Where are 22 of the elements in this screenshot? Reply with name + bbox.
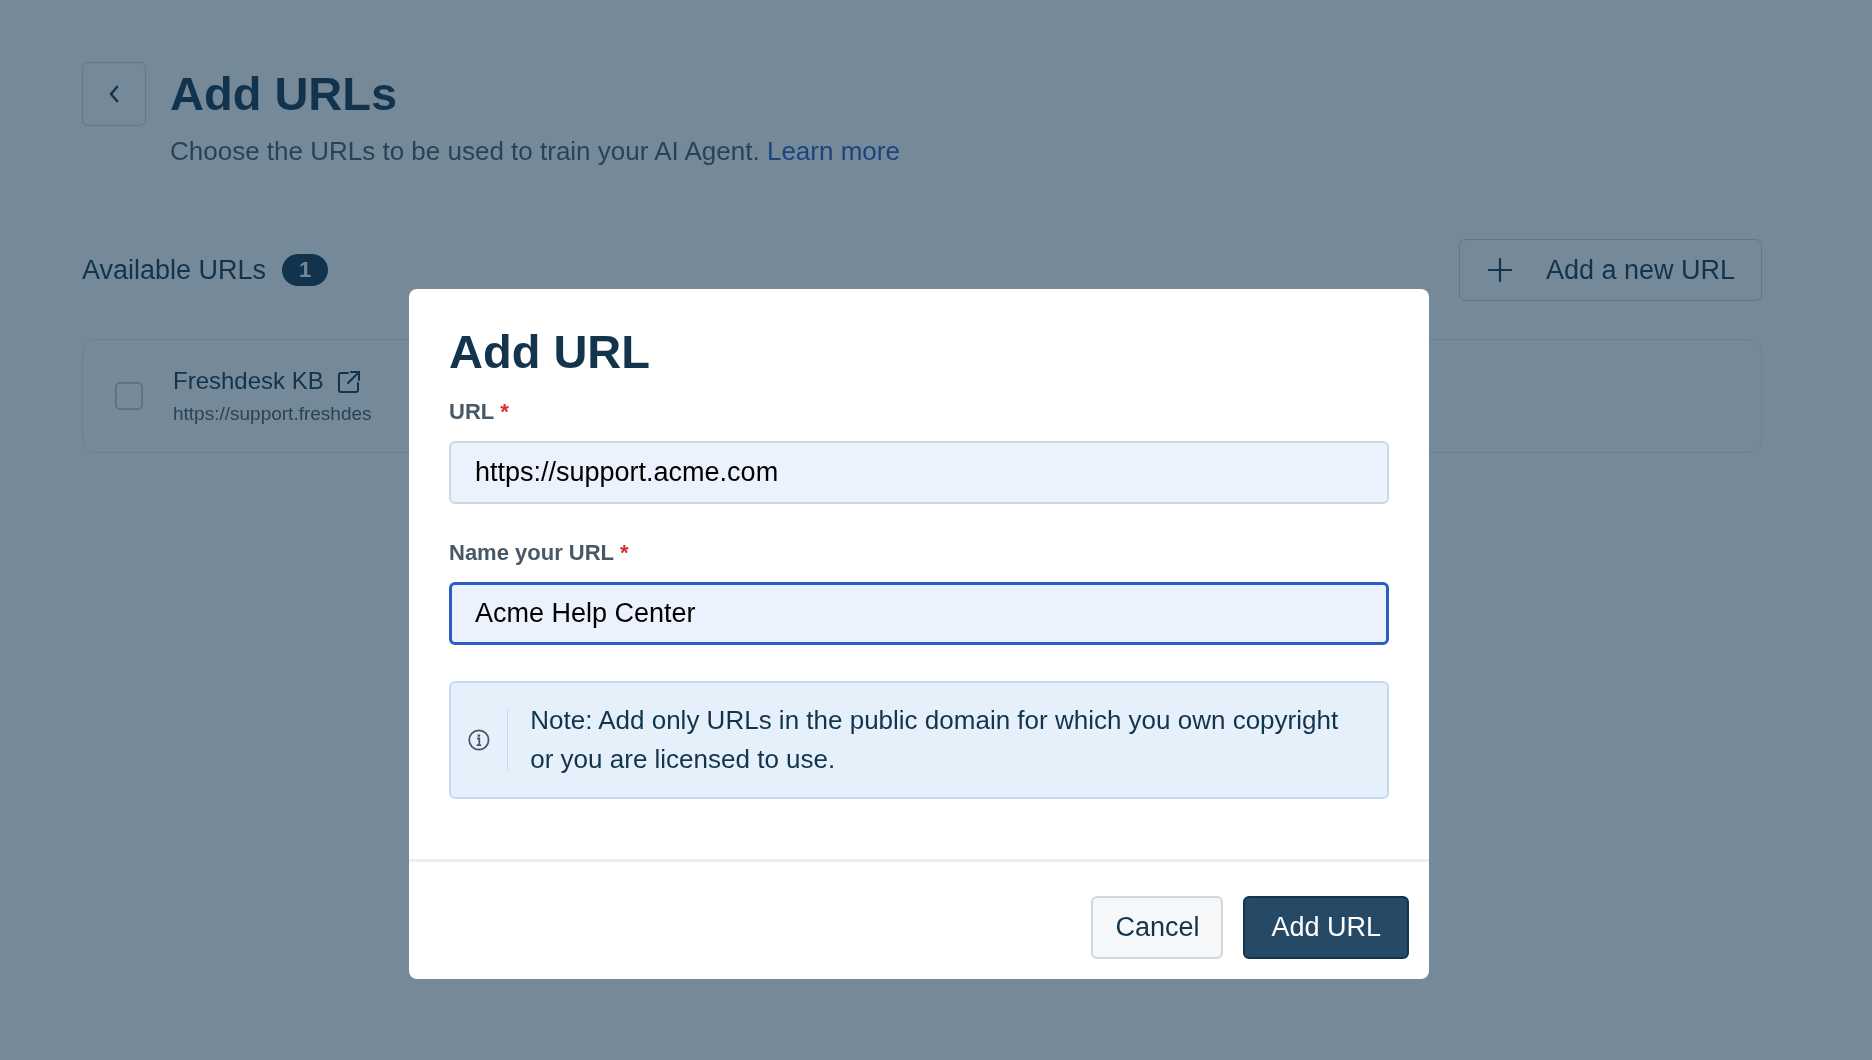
cancel-button[interactable]: Cancel [1091,896,1224,959]
url-address: https://support.freshdes [173,403,372,425]
chevron-left-icon [107,84,121,104]
checkbox[interactable] [115,382,143,410]
add-url-button[interactable]: Add URL [1243,896,1409,959]
page-title: Add URLs [170,66,399,122]
back-button[interactable] [82,62,146,126]
count-badge: 1 [282,254,329,286]
section-title: Available URLs [82,254,267,286]
text-field[interactable]: Acme Help Center [449,582,1389,645]
required-mark: * [620,540,629,566]
dialog-title: Add URL [449,325,651,379]
text-field[interactable]: https://support.acme.com [449,441,1389,504]
external-link-icon[interactable] [335,369,362,395]
note-text: Note: Add only URLs in the public domain for which you own copyright or you are licensed to use. [530,704,1340,776]
field-label: Name your URL [449,540,615,566]
url-name: Freshdesk KB [173,367,324,395]
field-label: URL [449,399,495,425]
page-subtitle: Choose the URLs to be used to train your AI Agent. Learn more [170,136,900,167]
add-new-url-button[interactable]: Add a new URL [1458,239,1762,301]
plus-icon [1487,258,1512,282]
required-mark: * [500,399,509,425]
